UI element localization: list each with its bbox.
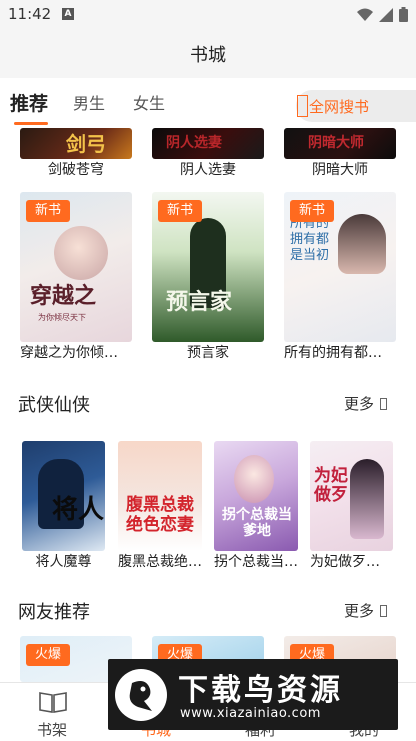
book-item[interactable]: 拐个总裁当爹地 拐个总裁当爹地 bbox=[214, 441, 298, 573]
book-title: 穿越之为你倾… bbox=[20, 345, 118, 361]
bird-logo-icon bbox=[115, 669, 167, 721]
nav-label: 书架 bbox=[36, 721, 67, 739]
book-cover: 预言家 新书 bbox=[152, 192, 264, 342]
more-label: 更多 bbox=[344, 602, 375, 620]
book-item[interactable]: 预言家 新书 预言家 bbox=[152, 192, 264, 364]
category-tabs: 推荐 男生 女生 全网搜书 bbox=[0, 78, 416, 128]
status-icons bbox=[357, 7, 408, 22]
section-title-recommend: 网友推荐 bbox=[18, 602, 90, 623]
tab-female[interactable]: 女生 bbox=[133, 90, 165, 114]
cover-title: 阴暗大师 bbox=[308, 135, 364, 151]
book-item[interactable]: 将人 将人魔尊 bbox=[22, 441, 105, 573]
book-item[interactable]: 穿越之 为你倾尽天下 新书 穿越之为你倾… bbox=[20, 192, 132, 364]
signal-icon bbox=[379, 7, 393, 22]
book-cover: 阴暗大师 bbox=[284, 128, 396, 159]
status-bar: 11:42 A bbox=[0, 0, 416, 30]
book-cover: 剑弓 bbox=[20, 128, 132, 159]
book-cover: 腹黑总裁绝色恋妻 bbox=[118, 441, 202, 551]
more-button-wuxia[interactable]: 更多 bbox=[344, 393, 388, 414]
book-title: 阴人选妻 bbox=[180, 162, 236, 178]
cover-figure bbox=[234, 455, 274, 503]
more-button-recommend[interactable]: 更多 bbox=[344, 600, 388, 621]
book-item[interactable]: 腹黑总裁绝色恋妻 腹黑总裁绝色恋妻：萌宝… bbox=[118, 441, 202, 573]
cover-title: 腹黑总裁绝色恋妻 bbox=[126, 495, 194, 535]
book-cover: 阴人选妻 bbox=[152, 128, 264, 159]
chevron-right-icon bbox=[380, 605, 388, 617]
cover-title: 穿越之 bbox=[30, 283, 97, 309]
book-item[interactable]: 阴人选妻 阴人选妻 bbox=[152, 128, 264, 178]
book-title: 拐个总裁当爹地 bbox=[214, 554, 298, 570]
cover-figure bbox=[54, 226, 108, 280]
book-title: 所有的拥有都… bbox=[284, 345, 382, 361]
book-item[interactable]: 为妃做歹 为妃做歹：王爷不过如此 bbox=[310, 441, 393, 573]
search-icon bbox=[297, 95, 308, 117]
book-cover: 穿越之 为你倾尽天下 新书 bbox=[20, 192, 132, 342]
wifi-icon bbox=[357, 8, 373, 21]
watermark-text: 下载鸟资源 bbox=[178, 673, 343, 708]
cover-title: 剑弓 bbox=[66, 132, 106, 156]
watermark-url: www.xiazainiao.com bbox=[180, 706, 321, 721]
title-bar: 书城 bbox=[0, 30, 416, 78]
cover-title: 为妃做歹 bbox=[314, 466, 348, 505]
book-item[interactable]: 阴暗大师 阴暗大师 bbox=[284, 128, 396, 178]
book-title: 将人魔尊 bbox=[35, 554, 92, 570]
book-open-icon bbox=[39, 692, 67, 713]
book-cover: 将人 bbox=[22, 441, 105, 551]
book-item[interactable]: 剑弓 剑破苍穹 bbox=[20, 128, 132, 178]
cover-title: 将人 bbox=[52, 495, 105, 525]
book-cover: 拐个总裁当爹地 bbox=[214, 441, 298, 551]
page-title: 书城 bbox=[190, 45, 226, 66]
status-time: 11:42 bbox=[8, 5, 52, 23]
nav-bookshelf[interactable]: 书架 bbox=[0, 683, 104, 741]
watermark: 下载鸟资源 www.xiazainiao.com bbox=[108, 659, 398, 730]
search-button[interactable]: 全网搜书 bbox=[296, 90, 416, 122]
book-title: 剑破苍穹 bbox=[48, 162, 104, 178]
cover-figure bbox=[338, 214, 386, 274]
book-cover: 所有的拥有都是当初 新书 bbox=[284, 192, 396, 342]
cover-title: 所有的拥有都是当初 bbox=[290, 216, 330, 263]
chevron-right-icon bbox=[380, 398, 388, 410]
battery-icon bbox=[399, 7, 408, 22]
tab-male[interactable]: 男生 bbox=[73, 90, 105, 114]
hot-badge: 火爆 bbox=[26, 644, 70, 666]
more-label: 更多 bbox=[344, 395, 375, 413]
book-title: 预言家 bbox=[187, 345, 229, 361]
cover-title: 阴人选妻 bbox=[166, 135, 222, 151]
cover-subtitle: 为你倾尽天下 bbox=[38, 313, 86, 322]
book-cover: 为妃做歹 bbox=[310, 441, 393, 551]
new-book-badge: 新书 bbox=[26, 200, 70, 222]
book-title: 腹黑总裁绝色恋妻：萌宝… bbox=[118, 554, 202, 570]
book-title: 为妃做歹：王爷不过如此 bbox=[310, 554, 393, 570]
tab-active-indicator bbox=[14, 122, 48, 125]
new-book-badge: 新书 bbox=[290, 200, 334, 222]
book-item[interactable]: 所有的拥有都是当初 新书 所有的拥有都… bbox=[284, 192, 396, 364]
tab-recommend[interactable]: 推荐 bbox=[10, 89, 48, 116]
cover-figure bbox=[350, 459, 384, 539]
section-title-wuxia: 武侠仙侠 bbox=[18, 395, 90, 416]
book-title: 阴暗大师 bbox=[312, 162, 368, 178]
cover-title: 预言家 bbox=[166, 289, 233, 315]
search-label: 全网搜书 bbox=[309, 98, 370, 116]
notification-icon: A bbox=[62, 8, 74, 20]
cover-title: 拐个总裁当爹地 bbox=[222, 507, 292, 539]
new-book-badge: 新书 bbox=[158, 200, 202, 222]
